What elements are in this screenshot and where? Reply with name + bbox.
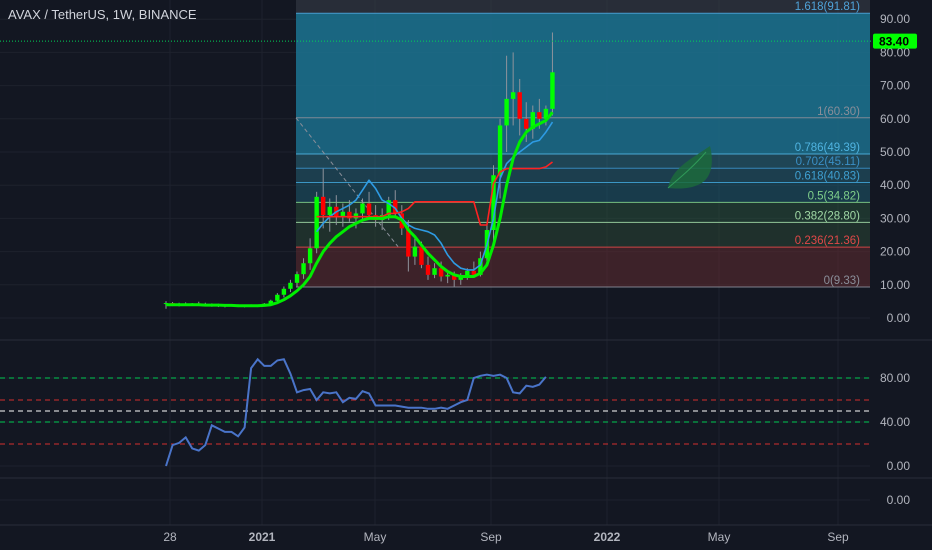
osc-tick-label: 0.00	[887, 459, 911, 473]
candle	[307, 248, 313, 264]
x-tick-label: Sep	[827, 530, 849, 544]
candle	[550, 72, 555, 109]
y-tick-label: 70.00	[880, 79, 910, 93]
y-tick-label: 90.00	[880, 12, 910, 26]
candle	[281, 288, 287, 295]
fib-label: 0.236(21.36)	[795, 235, 860, 247]
candle	[321, 196, 326, 216]
last-price-tag: 83.40	[873, 33, 917, 49]
y-tick-label: 0.00	[887, 311, 911, 325]
fib-label: 1(60.30)	[817, 106, 860, 118]
chart-svg[interactable]: 1.618(91.81) 1(60.30) 0.786(49.39) 0.702(45…	[0, 0, 932, 550]
x-tick-label: Sep	[480, 530, 502, 544]
fib-label: 1.618(91.81)	[795, 1, 860, 13]
candle	[288, 282, 293, 289]
candle	[524, 118, 529, 129]
y-tick-label: 10.00	[880, 278, 910, 292]
fib-label: 0.702(45.11)	[796, 156, 861, 168]
candle	[366, 203, 372, 216]
candle	[360, 203, 365, 214]
last-price-label: 83.40	[879, 35, 909, 49]
y-tick-label: 40.00	[880, 178, 910, 192]
candle	[517, 92, 522, 119]
y-tick-label: 30.00	[880, 211, 910, 225]
candle	[465, 270, 470, 276]
candle	[275, 294, 280, 301]
x-tick-label: 28	[163, 530, 177, 544]
chart-title: AVAX / TetherUS, 1W, BINANCE	[8, 7, 197, 22]
osc-tick-label: 40.00	[880, 415, 910, 429]
x-tick-label: 2022	[594, 530, 621, 544]
y-tick-label: 20.00	[880, 245, 910, 259]
x-tick-label: May	[364, 530, 387, 544]
candle	[301, 263, 306, 275]
candle	[432, 268, 437, 275]
fib-label: 0.5(34.82)	[808, 190, 861, 202]
fib-label: 0.786(49.39)	[795, 142, 860, 154]
candle	[294, 274, 300, 283]
y-tick-label: 50.00	[880, 145, 910, 159]
x-tick-label: May	[708, 530, 731, 544]
candle	[412, 246, 418, 257]
candle	[314, 196, 319, 249]
candle	[445, 274, 450, 277]
candle	[497, 125, 503, 176]
fib-label: 0(9.33)	[824, 275, 861, 287]
y-tick-label: 60.00	[880, 112, 910, 126]
candle	[510, 92, 516, 99]
x-tick-label: 2021	[249, 530, 276, 544]
fib-label: 0.382(28.80)	[795, 210, 860, 222]
candle	[504, 98, 509, 126]
candle	[425, 264, 431, 275]
candle	[537, 112, 542, 119]
osc-tick-label: 80.00	[880, 371, 910, 385]
candle	[327, 206, 332, 216]
osc-tick-label: 0.00	[887, 493, 911, 507]
fib-label: 0.618(40.83)	[795, 170, 860, 182]
